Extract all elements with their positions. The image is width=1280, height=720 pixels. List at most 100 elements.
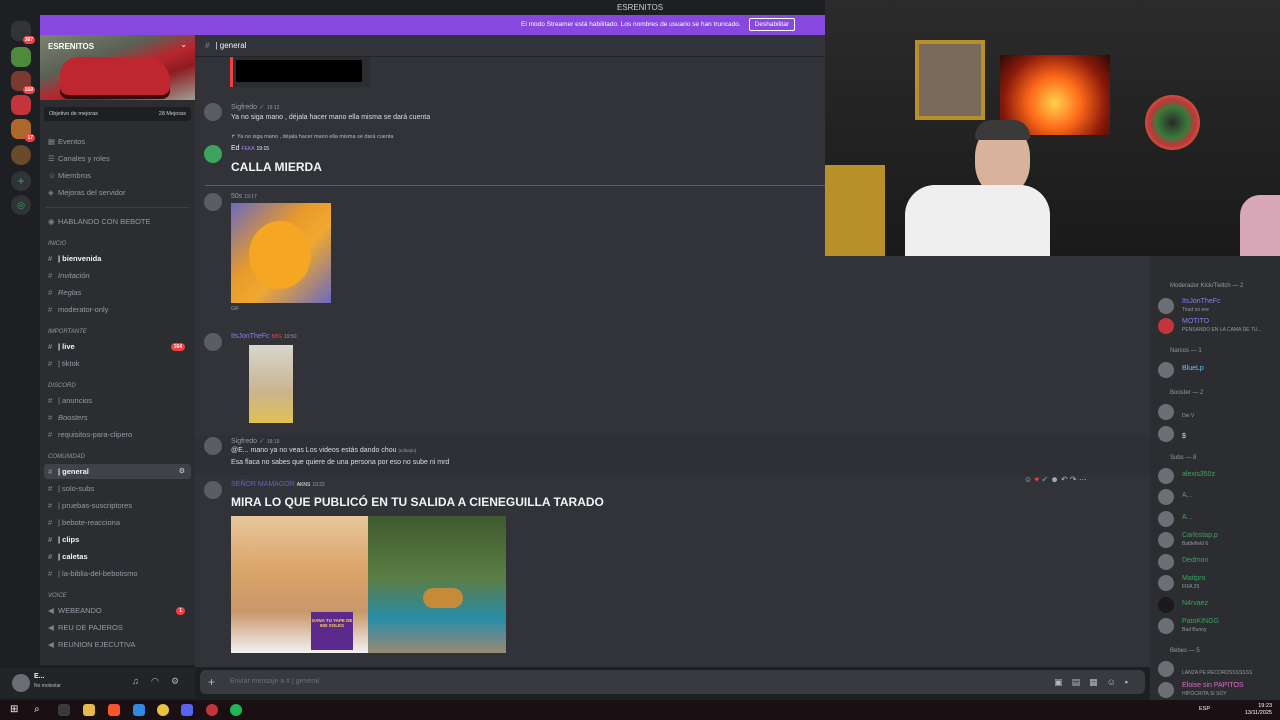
avatar[interactable] (204, 145, 222, 163)
server-icon[interactable]: 159 (11, 71, 35, 94)
composer-tool-icons[interactable]: ▣▤▦☺▪ (1054, 670, 1137, 694)
avatar[interactable] (12, 674, 30, 692)
check-reaction-icon[interactable]: ✔ (1041, 475, 1048, 484)
author[interactable]: Ed FEKA 19:15 (231, 145, 269, 152)
member-item[interactable]: Dedmon (1158, 552, 1278, 572)
language-indicator[interactable]: ESP (1199, 706, 1210, 713)
channel-anuncios[interactable]: # | anuncios (48, 394, 92, 408)
channel-requisitos[interactable]: # requisitos-para-clipero (48, 428, 132, 442)
server-banner[interactable]: ESRENITOS ⌄ (40, 35, 195, 100)
channel-solo-subs[interactable]: # | solo-subs (48, 482, 94, 496)
reply-preview[interactable]: ↱ Ya no siga mano , déjala hacer mano el… (231, 134, 393, 140)
channel-caletas[interactable]: # | caletas (48, 550, 88, 564)
attached-image-pool[interactable] (368, 516, 506, 653)
category-voice[interactable]: VOICE (48, 593, 67, 599)
system-tray[interactable]: ESP 19:23 13/11/2025 (1199, 703, 1272, 717)
member-item[interactable]: PatoKINGG Bad Bunny (1158, 616, 1278, 636)
menu-members[interactable]: ☺ Miembros (48, 169, 91, 183)
boost-goal[interactable]: Objetivo de mejoras 28 Mejoras (44, 107, 191, 121)
member-item[interactable]: ItsJonTheFc Tirad no ere (1158, 296, 1278, 316)
voice-reu[interactable]: ◀ REU DE PAJEROS (48, 621, 123, 635)
forward-icon[interactable]: ↷ (1070, 475, 1077, 484)
member-item[interactable]: Carlostap.p Battlefield 6 (1158, 530, 1278, 550)
store-icon[interactable] (133, 704, 145, 716)
more-icon[interactable]: ⋯ (1079, 475, 1087, 484)
voice-webeando[interactable]: ◀ WEBEANDO (48, 604, 195, 618)
author[interactable]: ItsJonTheFc BBG 19:50 (231, 333, 297, 340)
channel-bienvenida[interactable]: # | bienvenida (48, 252, 101, 266)
author[interactable]: 50s 19:17 (231, 193, 257, 200)
channel-pruebas[interactable]: # | pruebas-suscriptores (48, 499, 132, 513)
voice-reunion[interactable]: ◀ REUNION EJECUTIVA (48, 638, 135, 652)
avatar[interactable] (204, 333, 222, 351)
server-icon-esrenitos[interactable] (11, 95, 31, 115)
category-comunidad[interactable]: COMUNIDAD (48, 454, 85, 460)
heart-reaction-icon[interactable]: ♥ (1034, 475, 1039, 484)
task-view-icon[interactable] (58, 704, 70, 716)
discord-icon[interactable] (181, 704, 193, 716)
category-inicio[interactable]: INICIO (48, 241, 66, 247)
channel-boosters[interactable]: # Boosters (48, 411, 88, 425)
channel-reglas[interactable]: # Reglas (48, 286, 81, 300)
add-attachment-icon[interactable]: + (208, 670, 215, 694)
attached-image[interactable] (249, 345, 293, 423)
member-item[interactable]: BlueLp (1158, 360, 1278, 380)
channel-moderator-only[interactable]: # moderator-only (48, 303, 108, 317)
server-icon[interactable]: 17 (11, 119, 35, 142)
avatar[interactable] (204, 193, 222, 211)
chrome-icon[interactable] (157, 704, 169, 716)
settings-icon[interactable]: ⚙ (171, 676, 179, 687)
member-item[interactable]: alexis350z (1158, 466, 1278, 486)
search-icon[interactable]: ⌕ (34, 704, 46, 716)
member-item[interactable]: A... (1158, 487, 1278, 507)
settings-gear-icon[interactable]: ⚙ (179, 467, 185, 475)
headphones-icon[interactable]: ◠ (151, 676, 159, 687)
add-server-icon[interactable]: + (11, 171, 31, 191)
brave-browser-icon[interactable] (108, 704, 120, 716)
member-item[interactable]: Matipro FIFA 25 (1158, 573, 1278, 593)
windows-start-icon[interactable]: ⊞ (10, 704, 22, 716)
microphone-icon[interactable]: ♫ (132, 676, 139, 686)
attached-image-selfie[interactable]: GANA TU YAPE DE 500 SOLES (231, 516, 368, 653)
server-icon[interactable] (11, 145, 31, 165)
category-discord[interactable]: DISCORD (48, 383, 76, 389)
menu-channels-roles[interactable]: ☰ Canales y roles (48, 152, 110, 166)
channel-biblia[interactable]: # | la-biblia-del-bebotismo (48, 567, 138, 581)
member-item[interactable]: Eloise sin PAPITOS HIPÓCRITA SI SOY (1158, 680, 1278, 700)
channel-invitacion[interactable]: # Invitación (48, 269, 90, 283)
message-composer[interactable]: + Enviar mensaje a # | general ▣▤▦☺▪ (200, 670, 1145, 694)
avatar[interactable] (204, 103, 222, 121)
spotify-icon[interactable] (230, 704, 242, 716)
channel-bebote-reacciona[interactable]: # | bebote-reacciona (48, 516, 120, 530)
author[interactable]: SEÑOR MAMAGOR AKNS 19:22 (231, 481, 325, 488)
explore-icon[interactable]: ◎ (11, 195, 31, 215)
gif-image[interactable] (231, 203, 331, 303)
member-item[interactable]: MOTITO PENSANDO EN LA CAMA DE TU... (1158, 316, 1278, 336)
author[interactable]: Sigfredo ✓ 19:19 (231, 437, 279, 445)
server-icon[interactable] (11, 47, 31, 67)
member-item[interactable]: $ (1158, 424, 1278, 444)
disable-streamer-button[interactable]: Deshabilitar (748, 18, 795, 31)
category-importante[interactable]: IMPORTANTE (48, 329, 87, 335)
channel-general[interactable]: # | general (48, 465, 89, 479)
member-item[interactable]: LANZA PE RECORDSSSSSSS (1158, 659, 1278, 679)
add-reaction-icon[interactable]: ☻ (1050, 475, 1058, 484)
avatar[interactable] (204, 481, 222, 499)
emoji-reaction-icon[interactable]: ☺ (1024, 475, 1032, 484)
obs-icon[interactable] (206, 704, 218, 716)
member-item[interactable]: Dei V (1158, 402, 1278, 422)
channel-clips[interactable]: # | clips (48, 533, 79, 547)
direct-messages-icon[interactable]: 387 (11, 21, 35, 44)
channel-tiktok[interactable]: # | tiktok (48, 357, 80, 371)
hash-icon: # (48, 413, 53, 422)
member-item[interactable]: N4rvaez (1158, 595, 1278, 615)
menu-events[interactable]: ▦ Eventos (48, 135, 85, 149)
reply-icon[interactable]: ↶ (1061, 475, 1068, 484)
menu-server-boost[interactable]: ◈ Mejoras del servidor (48, 186, 126, 200)
author[interactable]: Sigfredo ✓ 19:12 (231, 103, 279, 111)
avatar[interactable] (204, 437, 222, 455)
chevron-down-icon[interactable]: ⌄ (180, 40, 187, 49)
talking-channel[interactable]: ◉ HABLANDO CON BEBOTE (48, 215, 151, 229)
member-item[interactable]: A... (1158, 509, 1278, 529)
file-explorer-icon[interactable] (83, 704, 95, 716)
